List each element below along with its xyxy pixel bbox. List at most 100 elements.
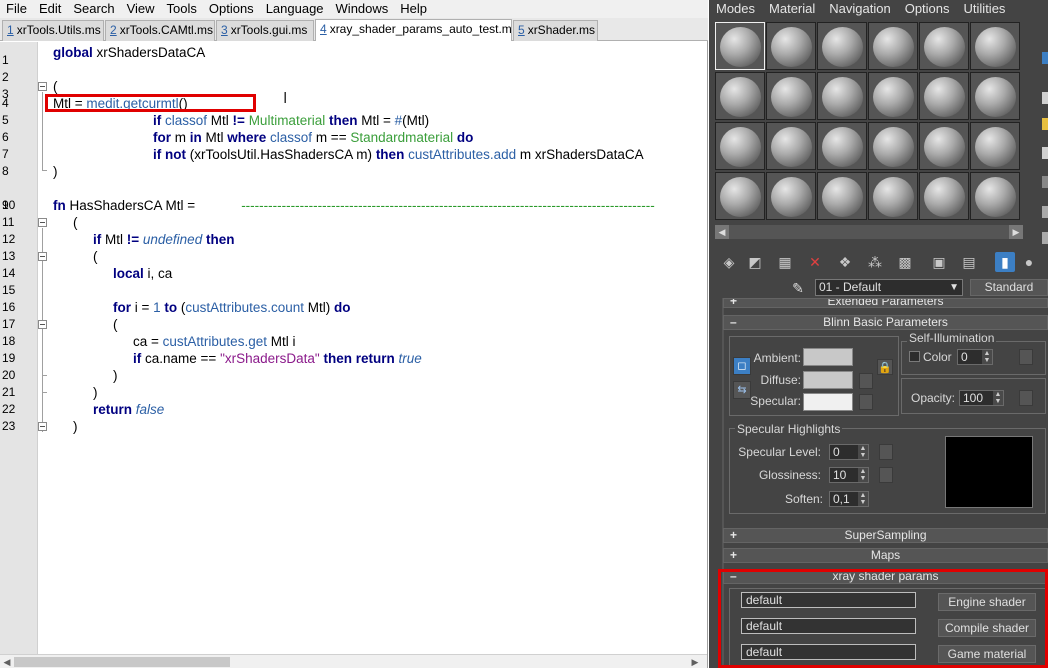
material-slot[interactable] <box>817 122 867 170</box>
self-illum-map-button[interactable] <box>1019 349 1033 365</box>
material-slot[interactable] <box>766 172 816 220</box>
scroll-left-icon[interactable]: ◀ <box>715 225 729 239</box>
material-slot[interactable] <box>817 22 867 70</box>
menu-options[interactable]: Options <box>203 0 260 18</box>
opacity-spinner[interactable]: 100 ▲ ▼ <box>959 390 1004 406</box>
material-slot[interactable] <box>766 122 816 170</box>
material-slot[interactable] <box>766 22 816 70</box>
material-slot[interactable] <box>919 122 969 170</box>
scroll-thumb[interactable] <box>14 657 230 667</box>
spinner-arrows-icon[interactable]: ▲ ▼ <box>858 445 868 459</box>
material-slot[interactable] <box>715 22 765 70</box>
menu-search[interactable]: Search <box>67 0 120 18</box>
fold-toggle-icon[interactable] <box>38 252 47 261</box>
diffuse-color-swatch[interactable] <box>803 371 853 389</box>
material-slot[interactable] <box>868 122 918 170</box>
material-slot[interactable] <box>919 172 969 220</box>
material-slot[interactable] <box>919 72 969 120</box>
material-name-dropdown[interactable]: 01 - Default ▼ <box>815 279 963 296</box>
reset-material-icon[interactable]: ✕ <box>805 252 825 272</box>
scroll-right-icon[interactable]: ▶ <box>688 655 702 668</box>
menu-edit[interactable]: Edit <box>33 0 67 18</box>
put-to-scene-icon[interactable]: ◩ <box>745 252 765 272</box>
spinner-arrows-icon[interactable]: ▲ ▼ <box>982 350 992 364</box>
lock-icon[interactable]: 🔒 <box>877 359 893 375</box>
show-end-result-icon[interactable]: ▮ <box>995 252 1015 272</box>
show-map-icon[interactable]: ▤ <box>959 252 979 272</box>
eyedropper-icon[interactable]: ✎ <box>789 279 807 297</box>
menu-options[interactable]: Options <box>898 0 957 18</box>
menu-modes[interactable]: Modes <box>709 0 762 18</box>
glossiness-map-button[interactable] <box>879 467 893 483</box>
code-area[interactable]: global xrShadersDataCA ( Mtl = medit.get… <box>53 42 703 654</box>
material-slot[interactable] <box>766 72 816 120</box>
fold-toggle-icon[interactable] <box>38 82 47 91</box>
material-slot[interactable] <box>817 72 867 120</box>
menu-utilities[interactable]: Utilities <box>957 0 1013 18</box>
menu-windows[interactable]: Windows <box>330 0 395 18</box>
fold-toggle-icon[interactable] <box>38 422 47 431</box>
material-slot[interactable] <box>817 172 867 220</box>
put-to-library-icon[interactable]: ▩ <box>895 252 915 272</box>
tab-xrtools-camtl[interactable]: 2 xrTools.CAMtl.ms <box>105 20 215 41</box>
menu-view[interactable]: View <box>121 0 161 18</box>
material-slot[interactable] <box>868 22 918 70</box>
specular-level-spinner[interactable]: 0 ▲ ▼ <box>829 444 869 460</box>
menu-help[interactable]: Help <box>394 0 433 18</box>
sample-type-icon[interactable] <box>1042 52 1048 64</box>
specular-color-swatch[interactable] <box>803 393 853 411</box>
ambient-color-swatch[interactable] <box>803 348 853 366</box>
tab-xrshader[interactable]: 5 xrShader.ms <box>513 20 598 41</box>
material-slot[interactable] <box>970 172 1020 220</box>
menu-language[interactable]: Language <box>260 0 330 18</box>
rollout-supersampling[interactable]: + SuperSampling <box>723 528 1048 543</box>
material-slot[interactable] <box>970 22 1020 70</box>
material-slot[interactable] <box>715 172 765 220</box>
menu-file[interactable]: File <box>0 0 33 18</box>
opacity-map-button[interactable] <box>1019 390 1033 406</box>
material-slot[interactable] <box>715 72 765 120</box>
rollout-blinn-basic-parameters[interactable]: – Blinn Basic Parameters <box>723 315 1048 330</box>
rollout-maps[interactable]: + Maps <box>723 548 1048 563</box>
specular-level-map-button[interactable] <box>879 444 893 460</box>
background-icon[interactable] <box>1042 118 1048 130</box>
diffuse-map-button[interactable] <box>859 373 873 389</box>
scroll-left-icon[interactable]: ◀ <box>0 655 14 668</box>
menu-material[interactable]: Material <box>762 0 822 18</box>
material-slot[interactable] <box>919 22 969 70</box>
material-slot[interactable] <box>868 72 918 120</box>
self-illum-spinner[interactable]: 0 ▲ ▼ <box>957 349 993 365</box>
fold-toggle-icon[interactable] <box>38 218 47 227</box>
tab-xray-shader-params-auto-test[interactable]: 4 xray_shader_params_auto_test.ms <box>315 19 512 41</box>
material-slot[interactable] <box>868 172 918 220</box>
make-unique-icon[interactable]: ⁂ <box>865 252 885 272</box>
video-check-icon[interactable] <box>1042 176 1048 188</box>
scroll-right-icon[interactable]: ▶ <box>1009 225 1023 239</box>
horizontal-scrollbar[interactable]: ◀ ▶ <box>0 654 707 668</box>
menu-navigation[interactable]: Navigation <box>822 0 897 18</box>
material-slot[interactable] <box>970 122 1020 170</box>
options-icon[interactable] <box>1042 232 1048 244</box>
fold-toggle-icon[interactable] <box>38 320 47 329</box>
material-slot[interactable] <box>970 72 1020 120</box>
get-material-icon[interactable]: ◈ <box>719 252 739 272</box>
go-to-parent-icon[interactable]: ● <box>1019 252 1039 272</box>
rollout-extended-parameters[interactable]: + Extended Parameters <box>723 298 1048 308</box>
spinner-arrows-icon[interactable]: ▲ ▼ <box>858 492 868 506</box>
assign-to-selection-icon[interactable]: ▦ <box>775 252 795 272</box>
slots-scrollbar[interactable]: ◀ ▶ <box>715 225 1023 239</box>
self-illum-color-checkbox[interactable] <box>909 351 920 362</box>
material-id-icon[interactable]: ▣ <box>929 252 949 272</box>
menu-tools[interactable]: Tools <box>161 0 203 18</box>
soften-spinner[interactable]: 0,1 ▲ ▼ <box>829 491 869 507</box>
tab-xrtools-gui[interactable]: 3 xrTools.gui.ms <box>216 20 314 41</box>
copy-material-icon[interactable]: ❖ <box>835 252 855 272</box>
material-type-button[interactable]: Standard <box>970 279 1048 296</box>
uv-tiling-icon[interactable] <box>1042 147 1048 159</box>
backlight-icon[interactable] <box>1042 92 1048 104</box>
spinner-arrows-icon[interactable]: ▲ ▼ <box>858 468 868 482</box>
glossiness-spinner[interactable]: 10 ▲ ▼ <box>829 467 869 483</box>
spinner-arrows-icon[interactable]: ▲ ▼ <box>993 391 1003 405</box>
tab-xrtools-utils[interactable]: 1 xrTools.Utils.ms <box>2 20 104 41</box>
material-slot[interactable] <box>715 122 765 170</box>
